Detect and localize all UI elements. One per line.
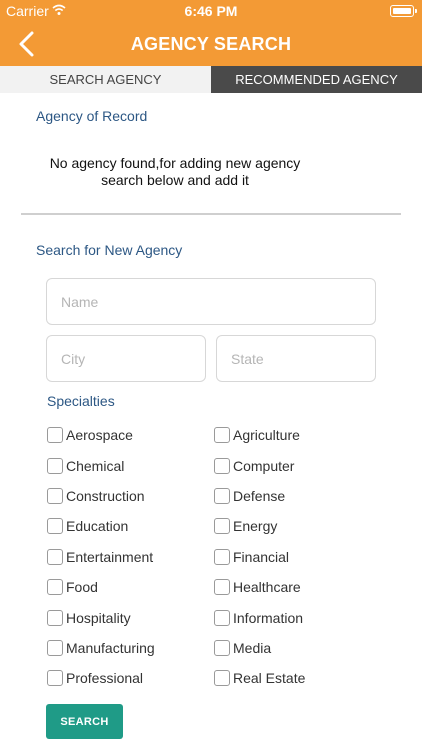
specialties-right-column: Agriculture Computer Defense Energy Fina…: [214, 420, 364, 694]
specialty-label: Entertainment: [66, 548, 154, 565]
specialty-entertainment[interactable]: Entertainment: [47, 542, 197, 572]
section-divider: [21, 213, 401, 215]
no-agency-message-line2: search below and add it: [101, 172, 249, 188]
specialty-label: Education: [66, 518, 129, 535]
specialty-information[interactable]: Information: [214, 602, 364, 632]
search-button[interactable]: SEARCH: [46, 704, 123, 739]
specialties-left-column: Aerospace Chemical Construction Educatio…: [47, 420, 197, 694]
nav-bar: AGENCY SEARCH: [0, 22, 422, 66]
battery-icon: [390, 5, 417, 17]
checkbox[interactable]: [47, 609, 63, 626]
specialty-label: Media: [233, 639, 272, 656]
specialty-label: Manufacturing: [66, 639, 155, 656]
no-agency-message-line1: No agency found,for adding new agency: [49, 155, 301, 171]
specialty-label: Aerospace: [66, 427, 133, 444]
checkbox[interactable]: [47, 639, 63, 656]
specialty-energy[interactable]: Energy: [214, 511, 364, 541]
checkbox[interactable]: [214, 639, 230, 656]
checkbox[interactable]: [214, 427, 230, 444]
checkbox[interactable]: [47, 548, 63, 565]
specialty-aerospace[interactable]: Aerospace: [47, 420, 197, 450]
specialty-financial[interactable]: Financial: [214, 542, 364, 572]
specialty-professional[interactable]: Professional: [47, 663, 197, 693]
checkbox[interactable]: [47, 487, 63, 504]
specialty-label: Food: [66, 579, 98, 596]
specialty-manufacturing[interactable]: Manufacturing: [47, 633, 197, 663]
specialty-label: Real Estate: [233, 670, 306, 687]
specialty-education[interactable]: Education: [47, 511, 197, 541]
specialty-label: Professional: [66, 670, 144, 687]
specialty-label: Energy: [233, 518, 278, 535]
no-agency-message: No agency found,for adding new agency se…: [0, 155, 350, 189]
name-input[interactable]: [46, 278, 376, 325]
specialty-label: Defense: [233, 487, 286, 504]
tab-bar: SEARCH AGENCY RECOMMENDED AGENCY: [0, 66, 422, 93]
checkbox[interactable]: [214, 670, 230, 687]
specialty-label: Computer: [233, 457, 295, 474]
specialty-media[interactable]: Media: [214, 633, 364, 663]
checkbox[interactable]: [47, 457, 63, 474]
specialty-healthcare[interactable]: Healthcare: [214, 572, 364, 602]
agency-of-record-heading: Agency of Record: [36, 108, 148, 124]
specialty-label: Hospitality: [66, 609, 131, 626]
checkbox[interactable]: [47, 518, 63, 535]
checkbox[interactable]: [214, 487, 230, 504]
clock: 6:46 PM: [184, 3, 238, 19]
specialties-heading: Specialties: [47, 393, 115, 409]
specialty-hospitality[interactable]: Hospitality: [47, 602, 197, 632]
checkbox[interactable]: [47, 670, 63, 687]
specialty-label: Agriculture: [233, 427, 300, 444]
specialty-construction[interactable]: Construction: [47, 481, 197, 511]
checkbox[interactable]: [214, 579, 230, 596]
specialty-label: Construction: [66, 487, 145, 504]
specialty-food[interactable]: Food: [47, 572, 197, 602]
specialty-defense[interactable]: Defense: [214, 481, 364, 511]
new-agency-heading: Search for New Agency: [36, 242, 183, 258]
specialty-real-estate[interactable]: Real Estate: [214, 663, 364, 693]
page-title: AGENCY SEARCH: [130, 34, 292, 54]
state-input[interactable]: [216, 335, 376, 382]
checkbox[interactable]: [47, 579, 63, 596]
specialty-label: Information: [233, 609, 304, 626]
specialty-computer[interactable]: Computer: [214, 450, 364, 480]
checkbox[interactable]: [47, 427, 63, 444]
specialty-chemical[interactable]: Chemical: [47, 450, 197, 480]
city-input[interactable]: [46, 335, 206, 382]
checkbox[interactable]: [214, 609, 230, 626]
specialty-label: Financial: [233, 548, 290, 565]
checkbox[interactable]: [214, 548, 230, 565]
specialty-label: Healthcare: [233, 579, 301, 596]
status-bar: Carrier 6:46 PM: [0, 0, 422, 22]
specialty-agriculture[interactable]: Agriculture: [214, 420, 364, 450]
specialty-label: Chemical: [66, 457, 125, 474]
checkbox[interactable]: [214, 457, 230, 474]
tab-recommended-agency[interactable]: RECOMMENDED AGENCY: [211, 66, 422, 93]
checkbox[interactable]: [214, 518, 230, 535]
tab-search-agency[interactable]: SEARCH AGENCY: [0, 66, 211, 93]
